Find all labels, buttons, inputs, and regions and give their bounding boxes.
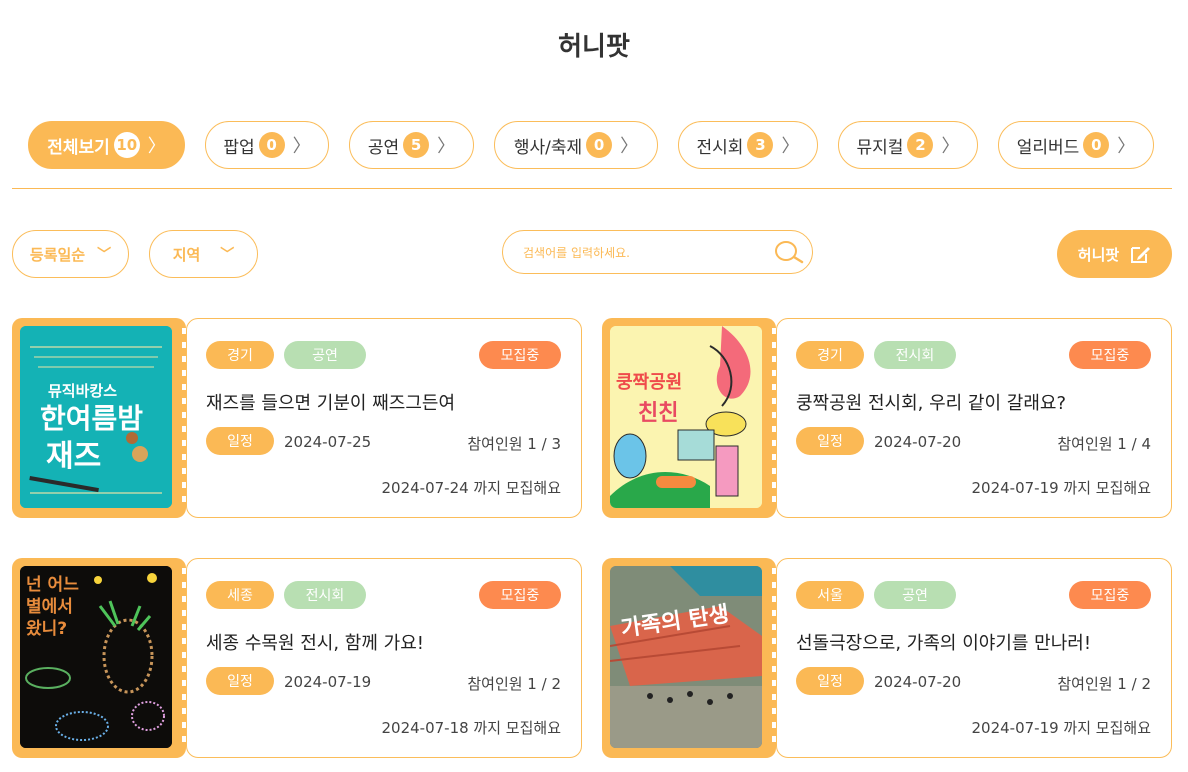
tab-label: 공연 — [367, 137, 400, 158]
chevron-right-icon: 〉 — [437, 136, 456, 157]
chevron-right-icon: 〉 — [781, 136, 800, 157]
category-tabs: 전체보기 10 〉 팝업 0 〉 공연 5 〉 행사/축제 0 〉 전시회 3 … — [28, 121, 1154, 169]
poster-image: 쿵짝공원 친친 — [610, 326, 762, 508]
participants: 참여인원 1 / 4 — [1057, 435, 1151, 453]
chevron-right-icon: 〉 — [941, 136, 960, 157]
count-badge: 5 — [403, 132, 430, 158]
tab-all[interactable]: 전체보기 10 〉 — [28, 121, 185, 169]
chevron-right-icon: 〉 — [1117, 136, 1136, 157]
region-label: 지역 — [172, 245, 201, 264]
search-icon[interactable] — [774, 239, 804, 265]
svg-text:별에서: 별에서 — [26, 597, 73, 617]
chevron-right-icon: 〉 — [620, 136, 639, 157]
poster-frame: 가족의 탄생 — [602, 558, 780, 758]
count-badge: 3 — [747, 132, 774, 158]
event-date: 2024-07-25 — [284, 433, 372, 451]
card-title[interactable]: 선돌극장으로, 가족의 이야기를 만나러! — [796, 629, 1091, 655]
deadline: 2024-07-24 까지 모집해요 — [381, 479, 561, 497]
svg-text:한여름밤: 한여름밤 — [40, 402, 143, 435]
count-badge: 10 — [113, 132, 140, 158]
tab-performance[interactable]: 공연 5 〉 — [349, 121, 474, 169]
card-title[interactable]: 쿵짝공원 전시회, 우리 같이 갈래요? — [796, 389, 1066, 415]
poster-image: 넌 어느 별에서 왔니? — [20, 566, 172, 748]
chevron-down-icon: ﹀ — [97, 247, 112, 263]
card-title[interactable]: 세종 수목원 전시, 함께 가요! — [206, 629, 424, 655]
tab-label: 행사/축제 — [513, 137, 583, 158]
edit-icon — [1131, 247, 1151, 263]
deadline: 2024-07-18 까지 모집해요 — [381, 719, 561, 737]
deadline: 2024-07-19 까지 모집해요 — [971, 479, 1151, 497]
region-dropdown[interactable]: 지역 ﹀ — [149, 230, 258, 278]
poster-frame: 쿵짝공원 친친 — [602, 318, 780, 518]
card-info: 서울 공연 모집중 선돌극장으로, 가족의 이야기를 만나러! 일정 2024-… — [776, 558, 1172, 758]
svg-text:넌 어느: 넌 어느 — [26, 575, 79, 595]
tab-label: 전체보기 — [47, 137, 110, 158]
tab-early-bird[interactable]: 얼리버드 0 〉 — [998, 121, 1154, 169]
type-badge: 전시회 — [284, 581, 366, 609]
type-badge: 공연 — [874, 581, 956, 609]
search-placeholder: 검색어를 입력하세요. — [523, 245, 630, 260]
event-date: 2024-07-20 — [874, 433, 962, 451]
page-title: 허니팟 — [558, 32, 630, 62]
card-info: 경기 공연 모집중 재즈를 들으면 기분이 째즈그든여 일정 2024-07-2… — [186, 318, 582, 518]
poster-frame: 넌 어느 별에서 왔니? — [12, 558, 190, 758]
status-badge: 모집중 — [1069, 341, 1151, 369]
svg-text:쿵짝공원: 쿵짝공원 — [616, 372, 682, 393]
svg-text:뮤직바캉스: 뮤직바캉스 — [48, 382, 117, 400]
participants: 참여인원 1 / 2 — [1057, 675, 1151, 693]
divider — [12, 188, 1172, 189]
count-badge: 0 — [586, 132, 613, 158]
card-info: 경기 전시회 모집중 쿵짝공원 전시회, 우리 같이 갈래요? 일정 2024-… — [776, 318, 1172, 518]
sort-label: 등록일순 — [29, 245, 86, 264]
event-date: 2024-07-19 — [284, 673, 372, 691]
type-badge: 전시회 — [874, 341, 956, 369]
chevron-right-icon: 〉 — [147, 136, 166, 157]
count-badge: 0 — [1083, 132, 1110, 158]
schedule-badge: 일정 — [796, 427, 864, 455]
tab-label: 얼리버드 — [1016, 137, 1080, 158]
tab-event-festival[interactable]: 행사/축제 0 〉 — [494, 121, 658, 169]
chevron-right-icon: 〉 — [292, 136, 311, 157]
card-info: 세종 전시회 모집중 세종 수목원 전시, 함께 가요! 일정 2024-07-… — [186, 558, 582, 758]
type-badge: 공연 — [284, 341, 366, 369]
region-badge: 경기 — [206, 341, 274, 369]
participants: 참여인원 1 / 2 — [467, 675, 561, 693]
region-badge: 서울 — [796, 581, 864, 609]
schedule-badge: 일정 — [206, 667, 274, 695]
participants: 참여인원 1 / 3 — [467, 435, 561, 453]
write-button-label: 허니팟 — [1077, 245, 1120, 264]
poster-image: 뮤직바캉스 한여름밤 재즈 — [20, 326, 172, 508]
event-date: 2024-07-20 — [874, 673, 962, 691]
deadline: 2024-07-19 까지 모집해요 — [971, 719, 1151, 737]
tab-label: 뮤지컬 — [856, 137, 904, 158]
status-badge: 모집중 — [479, 581, 561, 609]
post-card[interactable]: 쿵짝공원 친친 경기 전시회 모집중 쿵짝공원 전시회, 우리 같이 갈래요? … — [602, 318, 1172, 518]
write-post-button[interactable]: 허니팟 — [1057, 230, 1172, 278]
post-card[interactable]: 가족의 탄생 서울 공연 모집중 선돌극장으로, 가족의 이야기를 만나러! 일… — [602, 558, 1172, 758]
svg-text:친친: 친친 — [638, 401, 678, 426]
tab-popup[interactable]: 팝업 0 〉 — [205, 121, 329, 169]
tab-musical[interactable]: 뮤지컬 2 〉 — [838, 121, 978, 169]
status-badge: 모집중 — [1069, 581, 1151, 609]
region-badge: 경기 — [796, 341, 864, 369]
region-badge: 세종 — [206, 581, 274, 609]
card-title[interactable]: 재즈를 들으면 기분이 째즈그든여 — [206, 389, 455, 415]
search-input[interactable]: 검색어를 입력하세요. — [502, 230, 813, 274]
svg-text:왔니?: 왔니? — [26, 619, 67, 639]
poster-image: 가족의 탄생 — [610, 566, 762, 748]
post-card[interactable]: 뮤직바캉스 한여름밤 재즈 경기 공연 모집중 재즈를 들으면 기분이 째즈그든… — [12, 318, 582, 518]
tab-label: 전시회 — [696, 137, 744, 158]
poster-frame: 뮤직바캉스 한여름밤 재즈 — [12, 318, 190, 518]
post-card[interactable]: 넌 어느 별에서 왔니? 세종 전시회 모집중 세종 수목원 전시, 함께 가요… — [12, 558, 582, 758]
chevron-down-icon: ﹀ — [220, 247, 235, 263]
count-badge: 0 — [258, 132, 285, 158]
svg-text:재즈: 재즈 — [46, 439, 101, 474]
schedule-badge: 일정 — [206, 427, 274, 455]
sort-dropdown[interactable]: 등록일순 ﹀ — [12, 230, 129, 278]
tab-label: 팝업 — [223, 137, 255, 158]
count-badge: 2 — [907, 132, 934, 158]
tab-exhibition[interactable]: 전시회 3 〉 — [678, 121, 818, 169]
status-badge: 모집중 — [479, 341, 561, 369]
schedule-badge: 일정 — [796, 667, 864, 695]
